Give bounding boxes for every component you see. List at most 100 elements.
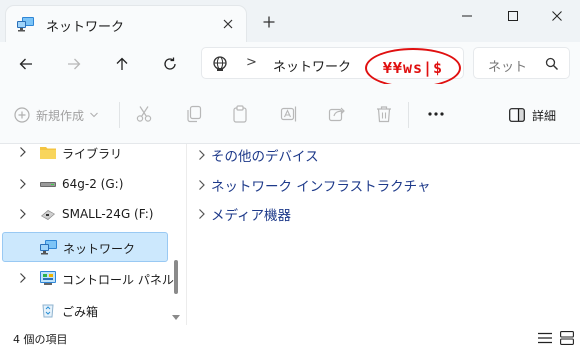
new-plus-circle-icon [14, 107, 30, 123]
tab-network[interactable]: ネットワーク [6, 6, 246, 42]
breadcrumb-separator[interactable]: > [246, 55, 257, 70]
sidebar-item-recycle-bin[interactable]: ごみ箱 [2, 296, 168, 326]
arrow-up-icon [116, 57, 128, 70]
scrollbar-thumb[interactable] [174, 260, 178, 294]
search-icon [545, 57, 558, 70]
clipboard-icon [233, 105, 247, 123]
network-icon [40, 240, 57, 255]
toolbar-divider [119, 102, 120, 128]
share-icon [328, 107, 345, 122]
forward-button[interactable] [61, 51, 87, 77]
scroll-down-arrow-icon[interactable] [172, 315, 180, 320]
sidebar-item-label: ネットワーク [63, 242, 136, 256]
close-icon [223, 19, 233, 29]
tab-title: ネットワーク [46, 20, 125, 35]
red-annotation-circle: ¥¥ws|$ [365, 48, 461, 88]
arrow-left-icon [19, 58, 32, 70]
sidebar-scrollbar[interactable] [170, 144, 182, 325]
chevron-right-icon[interactable] [18, 178, 28, 190]
details-label: 詳細 [532, 108, 557, 123]
minimize-icon [462, 15, 472, 17]
toolbar-divider [408, 102, 409, 128]
close-window-button[interactable] [534, 2, 580, 30]
copy-icon [187, 105, 202, 123]
new-button-label: 新規作成 [36, 108, 85, 123]
status-bar: 4 個の項目 [0, 325, 580, 350]
rename-icon [280, 106, 297, 122]
group-media-devices[interactable]: メディア機器 [197, 203, 291, 225]
close-tab-button[interactable] [218, 14, 238, 34]
copy-button[interactable] [183, 103, 205, 125]
sidebar-item-label: ライブラリ [62, 147, 123, 161]
recycle-bin-icon [42, 304, 54, 318]
rename-button[interactable] [278, 103, 300, 125]
new-tab-button[interactable] [259, 12, 279, 32]
library-folder-icon [40, 147, 56, 159]
chevron-right-icon [199, 209, 205, 219]
chevron-down-icon [90, 112, 98, 118]
chevron-right-icon [199, 150, 205, 160]
share-button[interactable] [326, 103, 348, 125]
sidebar-item-control-panel[interactable]: コントロール パネル [2, 264, 174, 294]
chevron-right-icon[interactable] [18, 146, 28, 158]
address-bar[interactable]: > ネットワーク ¥¥ws|$ [201, 47, 464, 88]
annotation-text: ¥¥ws|$ [382, 59, 444, 77]
group-network-infrastructure[interactable]: ネットワーク インフラストラクチャ [197, 174, 430, 196]
up-button[interactable] [109, 51, 135, 77]
sidebar-item-label: SMALL-24G (F:) [62, 207, 154, 221]
sidebar-item-libraries[interactable]: ライブラリ [2, 138, 168, 168]
ellipsis-icon [428, 112, 444, 116]
tab-bar: ネットワーク [0, 0, 580, 42]
minimize-button[interactable] [444, 2, 490, 30]
breadcrumb-network[interactable]: ネットワーク [273, 56, 351, 75]
sidebar-item-label: 64g-2 (G:) [62, 177, 124, 191]
group-label: メディア機器 [211, 208, 292, 224]
navigation-bar: > ネットワーク ¥¥ws|$ ネットワ [0, 42, 580, 88]
sidebar-item-label: コントロール パネル [62, 273, 174, 287]
tiles-view-button[interactable] [558, 329, 576, 347]
search-placeholder: ネットワ [488, 60, 528, 75]
sidebar-item-drive-g[interactable]: 64g-2 (G:) [2, 170, 168, 200]
explorer-body: ライブラリ 64g-2 (G:) SMALL-24G (F:) ネットワーク コ… [0, 144, 580, 325]
arrow-right-icon [68, 58, 81, 70]
removable-drive-icon [41, 210, 55, 220]
content-pane: その他のデバイス ネットワーク インフラストラクチャ メディア機器 [187, 144, 580, 325]
group-other-devices[interactable]: その他のデバイス [197, 144, 319, 166]
details-pane-icon [509, 108, 525, 122]
chevron-right-icon [199, 180, 205, 190]
plus-icon [263, 16, 275, 28]
trash-icon [377, 106, 391, 123]
sidebar-item-network[interactable]: ネットワーク [2, 232, 168, 262]
scissors-icon [136, 106, 152, 122]
group-label: その他のデバイス [211, 149, 319, 165]
list-view-icon [538, 332, 552, 344]
sidebar-item-drive-f[interactable]: SMALL-24G (F:) [2, 200, 168, 230]
cut-button[interactable] [133, 103, 155, 125]
search-box[interactable]: ネットワ [473, 47, 570, 79]
paste-button[interactable] [229, 103, 251, 125]
command-bar: 新規作成 詳細 [0, 84, 580, 144]
details-view-button[interactable] [536, 329, 554, 347]
back-button[interactable] [13, 51, 39, 77]
globe-icon [213, 56, 227, 71]
new-button[interactable]: 新規作成 [14, 104, 98, 126]
item-count: 4 個の項目 [13, 333, 68, 346]
control-panel-icon [40, 271, 56, 285]
maximize-button[interactable] [490, 2, 536, 30]
file-explorer-window: ネットワーク > ネットワーク ¥¥ws|$ ネット 新規作成 詳細 ライブラリ… [0, 0, 580, 350]
group-label: ネットワーク インフラストラクチャ [211, 179, 431, 195]
sidebar-item-label: ごみ箱 [62, 305, 99, 319]
delete-button[interactable] [373, 103, 395, 125]
navigation-pane: ライブラリ 64g-2 (G:) SMALL-24G (F:) ネットワーク コ… [0, 144, 186, 325]
tiles-view-icon [560, 331, 574, 345]
chevron-right-icon[interactable] [18, 272, 28, 284]
more-options-button[interactable] [424, 102, 448, 126]
usb-drive-icon [40, 182, 56, 187]
chevron-right-icon[interactable] [18, 208, 28, 220]
refresh-icon [164, 57, 176, 70]
maximize-icon [508, 11, 518, 21]
close-icon [552, 11, 562, 21]
network-icon [17, 17, 34, 32]
details-pane-button[interactable]: 詳細 [509, 104, 556, 126]
refresh-button[interactable] [157, 51, 183, 77]
